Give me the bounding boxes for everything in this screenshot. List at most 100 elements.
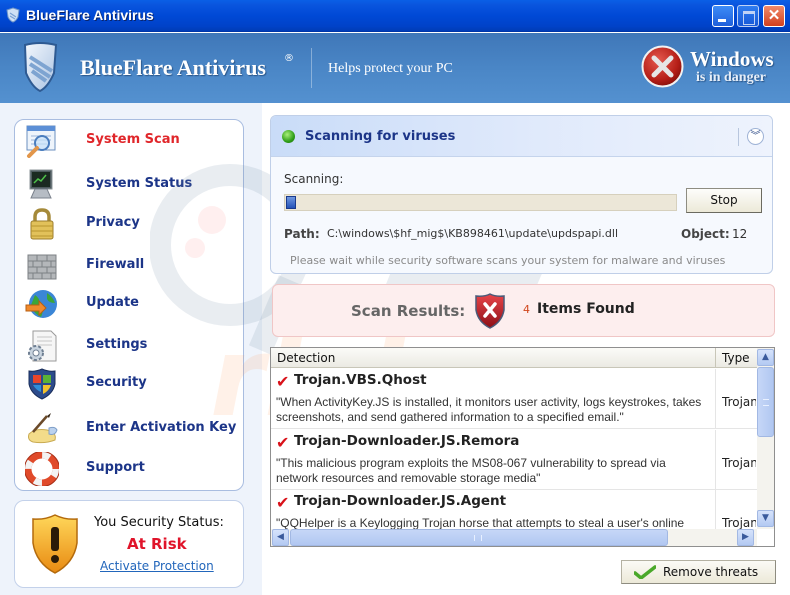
threat-description: "QQHelper is a Keylogging Trojan horse t… xyxy=(276,516,685,529)
threat-type: Trojan xyxy=(722,516,756,529)
monitor-icon xyxy=(29,169,53,199)
globe-arrow-icon xyxy=(25,290,57,318)
table-row[interactable]: ✔ Trojan-Downloader.JS.Agent "QQHelper i… xyxy=(271,490,757,529)
scroll-left-icon[interactable]: ◀ xyxy=(272,529,289,546)
sidebar-item-label: System Status xyxy=(86,176,193,191)
danger-subtitle: is in danger xyxy=(696,70,767,85)
column-header-detection[interactable]: Detection xyxy=(277,351,335,365)
table-body: ✔ Trojan.VBS.Qhost "When ActivityKey.JS … xyxy=(271,369,757,529)
threat-type: Trojan xyxy=(722,395,756,409)
sidebar-item-system-scan[interactable]: System Scan xyxy=(25,122,240,158)
column-divider xyxy=(715,490,716,529)
scan-progress-bar xyxy=(284,194,677,211)
sidebar-item-system-status[interactable]: System Status xyxy=(25,166,240,202)
path-label: Path: xyxy=(284,227,320,241)
threat-description: "This malicious program exploits the MS0… xyxy=(276,456,666,485)
minimize-icon xyxy=(713,6,733,26)
minimize-button[interactable] xyxy=(712,5,734,27)
header-separator xyxy=(738,128,739,146)
header-banner: BlueFlare Antivirus ® Helps protect your… xyxy=(0,33,790,103)
scan-title: Scanning for viruses xyxy=(305,129,456,144)
pen-key-icon xyxy=(28,413,58,444)
object-label: Object: xyxy=(681,227,730,241)
collapse-chevron-icon[interactable]: ︾ xyxy=(747,128,764,145)
sidebar-item-firewall[interactable]: Firewall xyxy=(25,247,240,283)
scroll-up-icon[interactable]: ▲ xyxy=(757,349,774,366)
grip-icon xyxy=(763,399,769,406)
table-row[interactable]: ✔ Trojan.VBS.Qhost "When ActivityKey.JS … xyxy=(271,369,757,429)
scan-header: Scanning for viruses ︾ xyxy=(271,116,772,157)
brick-wall-icon xyxy=(27,254,57,280)
scan-wait-message: Please wait while security software scan… xyxy=(290,254,726,267)
magnifier-window-icon xyxy=(26,125,56,158)
maximize-icon xyxy=(738,6,758,26)
scan-panel: Scanning for viruses ︾ Scanning: Stop Pa… xyxy=(270,115,773,274)
security-status-panel: You Security Status: At Risk Activate Pr… xyxy=(14,500,244,588)
status-green-dot-icon xyxy=(282,130,295,143)
scanning-label: Scanning: xyxy=(284,172,344,186)
sidebar-item-label: Enter Activation Key xyxy=(86,420,237,435)
activate-protection-link[interactable]: Activate Protection xyxy=(100,559,214,573)
path-value: C:\windows\$hf_mig$\KB898461\update\upds… xyxy=(327,227,619,240)
danger-title: Windows xyxy=(690,47,774,71)
sidebar-item-security[interactable]: Security xyxy=(25,365,240,401)
grip-icon xyxy=(474,535,482,541)
sidebar-item-enter-activation-key[interactable]: Enter Activation Key xyxy=(25,410,240,446)
table-row[interactable]: ✔ Trojan-Downloader.JS.Remora "This mali… xyxy=(271,430,757,490)
shield-logo-icon xyxy=(23,42,58,93)
items-found-count: 4 xyxy=(523,303,530,316)
warning-shield-icon xyxy=(32,514,78,574)
scroll-down-icon[interactable]: ▼ xyxy=(757,510,774,527)
column-header-type[interactable]: Type xyxy=(722,351,750,365)
windows-shield-icon xyxy=(28,368,56,400)
items-found-label: Items Found xyxy=(537,301,635,317)
detections-table: Detection Type ✔ Trojan.VBS.Qhost "When … xyxy=(270,347,775,547)
maximize-button[interactable] xyxy=(737,5,759,27)
sidebar-item-label: Firewall xyxy=(86,257,145,272)
stop-button[interactable]: Stop xyxy=(686,188,762,213)
sidebar-item-label: Support xyxy=(86,460,145,475)
remove-threats-button[interactable]: Remove threats xyxy=(621,560,776,584)
threat-name: Trojan.VBS.Qhost xyxy=(294,372,427,388)
sidebar-item-settings[interactable]: Settings xyxy=(25,327,240,363)
app-shield-icon xyxy=(6,7,20,23)
sidebar-item-update[interactable]: Update xyxy=(25,285,240,321)
green-check-icon xyxy=(634,565,656,579)
table-header: Detection Type xyxy=(271,348,757,368)
threat-name: Trojan-Downloader.JS.Agent xyxy=(294,493,507,509)
column-divider xyxy=(715,369,716,429)
threat-name: Trojan-Downloader.JS.Remora xyxy=(294,433,520,449)
scan-results-label: Scan Results: xyxy=(351,302,466,320)
security-status-value: At Risk xyxy=(127,535,187,553)
red-shield-x-icon xyxy=(475,293,505,329)
danger-x-icon xyxy=(641,45,684,88)
object-count: 12 xyxy=(732,227,748,241)
gear-document-icon xyxy=(28,330,57,362)
red-check-icon: ✔ xyxy=(276,433,290,452)
threat-description: "When ActivityKey.JS is installed, it mo… xyxy=(276,395,702,424)
registered-mark: ® xyxy=(284,53,294,64)
close-icon: ✕ xyxy=(767,7,781,24)
scroll-right-icon[interactable]: ▶ xyxy=(737,529,754,546)
remove-threats-label: Remove threats xyxy=(663,565,759,579)
close-button[interactable]: ✕ xyxy=(763,5,785,27)
threat-type: Trojan xyxy=(722,456,756,470)
sidebar-item-support[interactable]: Support xyxy=(25,450,240,486)
sidebar-item-label: Privacy xyxy=(86,215,140,230)
sidebar-item-privacy[interactable]: Privacy xyxy=(25,205,240,241)
tagline: Helps protect your PC xyxy=(328,61,453,76)
sidebar-item-label: Settings xyxy=(86,337,148,352)
brand-name: BlueFlare Antivirus xyxy=(80,55,266,80)
column-resize-handle[interactable] xyxy=(715,348,716,368)
sidebar-item-label: Security xyxy=(86,375,147,390)
horizontal-scrollbar[interactable]: ◀ ▶ xyxy=(271,529,757,546)
red-check-icon: ✔ xyxy=(276,372,290,391)
sidebar-item-label: Update xyxy=(86,295,139,310)
horizontal-scroll-thumb[interactable] xyxy=(290,529,668,546)
title-bar[interactable]: BlueFlare Antivirus ✕ xyxy=(0,0,790,32)
scan-results-banner: Scan Results: 4 Items Found xyxy=(272,284,775,337)
padlock-icon xyxy=(30,208,54,240)
sidebar-nav: System Scan System Status Privacy Firewa… xyxy=(14,119,244,491)
vertical-scrollbar[interactable]: ▲ ▼ xyxy=(757,348,774,529)
vertical-scroll-thumb[interactable] xyxy=(757,367,774,437)
